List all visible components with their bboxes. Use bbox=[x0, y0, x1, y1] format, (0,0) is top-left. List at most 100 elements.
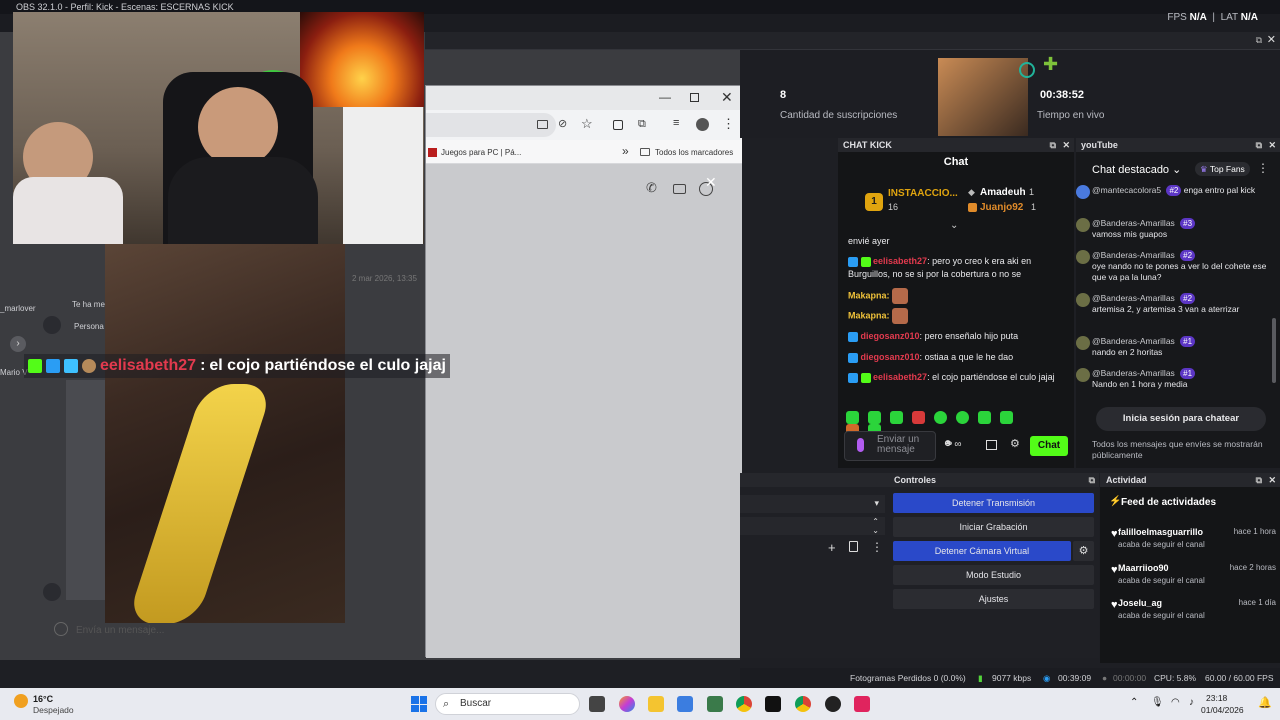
extensions-icon[interactable]: ⧉ bbox=[638, 118, 646, 131]
yt-scrollbar[interactable] bbox=[1272, 318, 1276, 383]
video-call-icon[interactable] bbox=[673, 184, 686, 194]
chat-user[interactable]: Makapna: bbox=[848, 310, 890, 320]
menu-kebab-icon[interactable]: ⋮ bbox=[722, 116, 735, 132]
trash-icon[interactable] bbox=[849, 541, 858, 552]
task-view-icon[interactable] bbox=[589, 696, 605, 712]
menu-kebab-icon[interactable]: ⋮ bbox=[871, 540, 883, 554]
close-icon[interactable]: ✕ bbox=[1268, 473, 1276, 487]
bookmark-item[interactable]: Juegos para PC | Pá... bbox=[441, 148, 521, 157]
kick-send-button[interactable]: Chat bbox=[1030, 436, 1068, 456]
transition-select[interactable]: ⌃ ⌄ bbox=[740, 517, 885, 535]
kick-chat-input[interactable]: Enviar un mensaje ☻ bbox=[844, 431, 953, 461]
yt-login-button[interactable]: Inicia sesión para chatear bbox=[1096, 407, 1266, 431]
weather-temp[interactable]: 16°C bbox=[33, 694, 53, 704]
menu-kebab-icon[interactable]: ⋮ bbox=[1257, 161, 1269, 175]
float-icon[interactable]: ⧉ bbox=[1050, 138, 1056, 152]
file-explorer-icon[interactable] bbox=[648, 696, 664, 712]
profile-avatar[interactable] bbox=[696, 118, 709, 131]
yt-chat-user[interactable]: @Banderas-Amarillas bbox=[1092, 336, 1175, 346]
add-icon[interactable]: + bbox=[828, 540, 836, 555]
close-icon[interactable]: ✕ bbox=[1062, 138, 1070, 152]
wifi-icon[interactable]: ◠ bbox=[1171, 697, 1180, 708]
gifter-name[interactable]: Juanjo92 bbox=[980, 202, 1023, 213]
start-recording-button[interactable]: Iniciar Grabación bbox=[893, 517, 1094, 537]
scene-select[interactable]: ▾ bbox=[740, 495, 885, 513]
clock-time[interactable]: 23:18 bbox=[1206, 693, 1227, 703]
float-icon[interactable]: ⧉ bbox=[1256, 473, 1262, 487]
yt-chat-user[interactable]: @Banderas-Amarillas bbox=[1092, 250, 1175, 260]
yt-chat-user[interactable]: @Banderas-Amarillas bbox=[1092, 293, 1175, 303]
gear-icon[interactable]: ⚙ bbox=[1010, 437, 1020, 450]
yt-chat-user[interactable]: @mantecacolora5 bbox=[1092, 185, 1161, 195]
chrome-page-content: ✆ ✕ bbox=[426, 164, 742, 658]
chat-user[interactable]: diegosanz010 bbox=[861, 352, 920, 362]
top-fans-badge[interactable]: ♛ Top Fans bbox=[1195, 162, 1250, 176]
collapse-icon[interactable]: ⌄ bbox=[950, 220, 958, 231]
all-bookmarks[interactable]: Todos los marcadores bbox=[655, 148, 733, 157]
emote-icon[interactable] bbox=[1000, 411, 1014, 424]
close-icon[interactable]: ✕ bbox=[1267, 33, 1276, 46]
close-icon[interactable]: ✕ bbox=[1268, 138, 1276, 152]
install-app-icon[interactable] bbox=[537, 120, 548, 129]
close-icon[interactable]: ✕ bbox=[721, 89, 733, 106]
chrome-active-icon[interactable] bbox=[795, 696, 811, 712]
clock-date[interactable]: 01/04/2026 bbox=[1201, 705, 1244, 715]
close-icon[interactable]: ✕ bbox=[705, 174, 717, 191]
emoji-icon[interactable] bbox=[54, 622, 68, 636]
top-gifter-name[interactable]: INSTAACCIO... bbox=[888, 188, 958, 199]
store-icon[interactable] bbox=[986, 440, 997, 450]
studio-mode-button[interactable]: Modo Estudio bbox=[893, 565, 1094, 585]
microphone-icon[interactable] bbox=[857, 438, 864, 452]
infinity-icon[interactable]: ⚬∞ bbox=[946, 439, 962, 450]
notification-bell-icon[interactable]: 🔔 bbox=[1258, 696, 1272, 709]
emote-icon[interactable] bbox=[890, 411, 904, 424]
copilot-icon[interactable] bbox=[619, 696, 635, 712]
emote-icon[interactable] bbox=[846, 411, 859, 424]
weather-sun-icon[interactable] bbox=[14, 694, 28, 708]
reading-list-icon[interactable]: ≡ bbox=[673, 117, 679, 129]
emote-icon[interactable] bbox=[956, 411, 970, 424]
minimize-icon[interactable]: — bbox=[659, 90, 671, 104]
yt-chat-user[interactable]: @Banderas-Amarillas bbox=[1092, 218, 1175, 228]
emote-icon[interactable] bbox=[934, 411, 948, 424]
chat-user[interactable]: eelisabeth27 bbox=[873, 256, 927, 266]
app-icon[interactable] bbox=[707, 696, 723, 712]
store-icon[interactable] bbox=[677, 696, 693, 712]
yt-chat-user[interactable]: @Banderas-Amarillas bbox=[1092, 368, 1175, 378]
phone-icon[interactable]: ✆ bbox=[646, 180, 657, 196]
stop-virtual-camera-button[interactable]: Detener Cámara Virtual bbox=[893, 541, 1071, 561]
kick-badge-icon bbox=[860, 256, 871, 267]
dm-snippet: Persona bbox=[74, 322, 104, 331]
chevron-right-icon[interactable]: › bbox=[10, 336, 26, 352]
stop-stream-button[interactable]: Detener Transmisión bbox=[893, 493, 1094, 513]
obs-icon[interactable] bbox=[825, 696, 841, 712]
screenshot-icon[interactable] bbox=[613, 120, 623, 130]
maximize-icon[interactable] bbox=[690, 93, 699, 102]
volume-icon[interactable]: ♪ bbox=[1189, 697, 1194, 708]
chat-user[interactable]: eelisabeth27 bbox=[873, 372, 927, 382]
tiktok-studio-icon[interactable] bbox=[854, 696, 870, 712]
tiktok-icon[interactable] bbox=[765, 696, 781, 712]
virtual-camera-settings-gear-icon[interactable]: ⚙ bbox=[1073, 541, 1094, 561]
float-icon[interactable]: ⧉ bbox=[1256, 35, 1262, 46]
eye-off-icon[interactable]: ⊘ bbox=[558, 117, 567, 130]
microphone-icon[interactable]: 🎙 bbox=[1151, 697, 1164, 708]
chevron-up-icon[interactable]: ⌃ bbox=[1130, 697, 1138, 708]
chevron-right-icon[interactable]: » bbox=[622, 144, 629, 158]
settings-button[interactable]: Ajustes bbox=[893, 589, 1094, 609]
star-icon[interactable]: ☆ bbox=[581, 116, 593, 132]
chat-user[interactable]: Makapna: bbox=[848, 290, 890, 300]
weather-desc[interactable]: Despejado bbox=[33, 705, 74, 715]
chat-user[interactable]: diegosanz010 bbox=[861, 331, 920, 341]
gifter-name[interactable]: Amadeuh bbox=[980, 187, 1026, 198]
chrome-icon[interactable] bbox=[736, 696, 752, 712]
chat-mode-dropdown[interactable]: Chat destacado ⌄ bbox=[1092, 163, 1181, 176]
taskbar-search[interactable]: ⌕ Buscar bbox=[435, 693, 580, 715]
windows-start-icon[interactable] bbox=[411, 696, 427, 712]
emote-icon[interactable] bbox=[868, 411, 882, 424]
emote-icon[interactable] bbox=[978, 411, 992, 424]
float-icon[interactable]: ⧉ bbox=[1089, 473, 1095, 487]
stepper-icon[interactable]: ⌃ ⌄ bbox=[872, 517, 879, 535]
float-icon[interactable]: ⧉ bbox=[1256, 138, 1262, 152]
emote-icon[interactable] bbox=[912, 411, 926, 424]
